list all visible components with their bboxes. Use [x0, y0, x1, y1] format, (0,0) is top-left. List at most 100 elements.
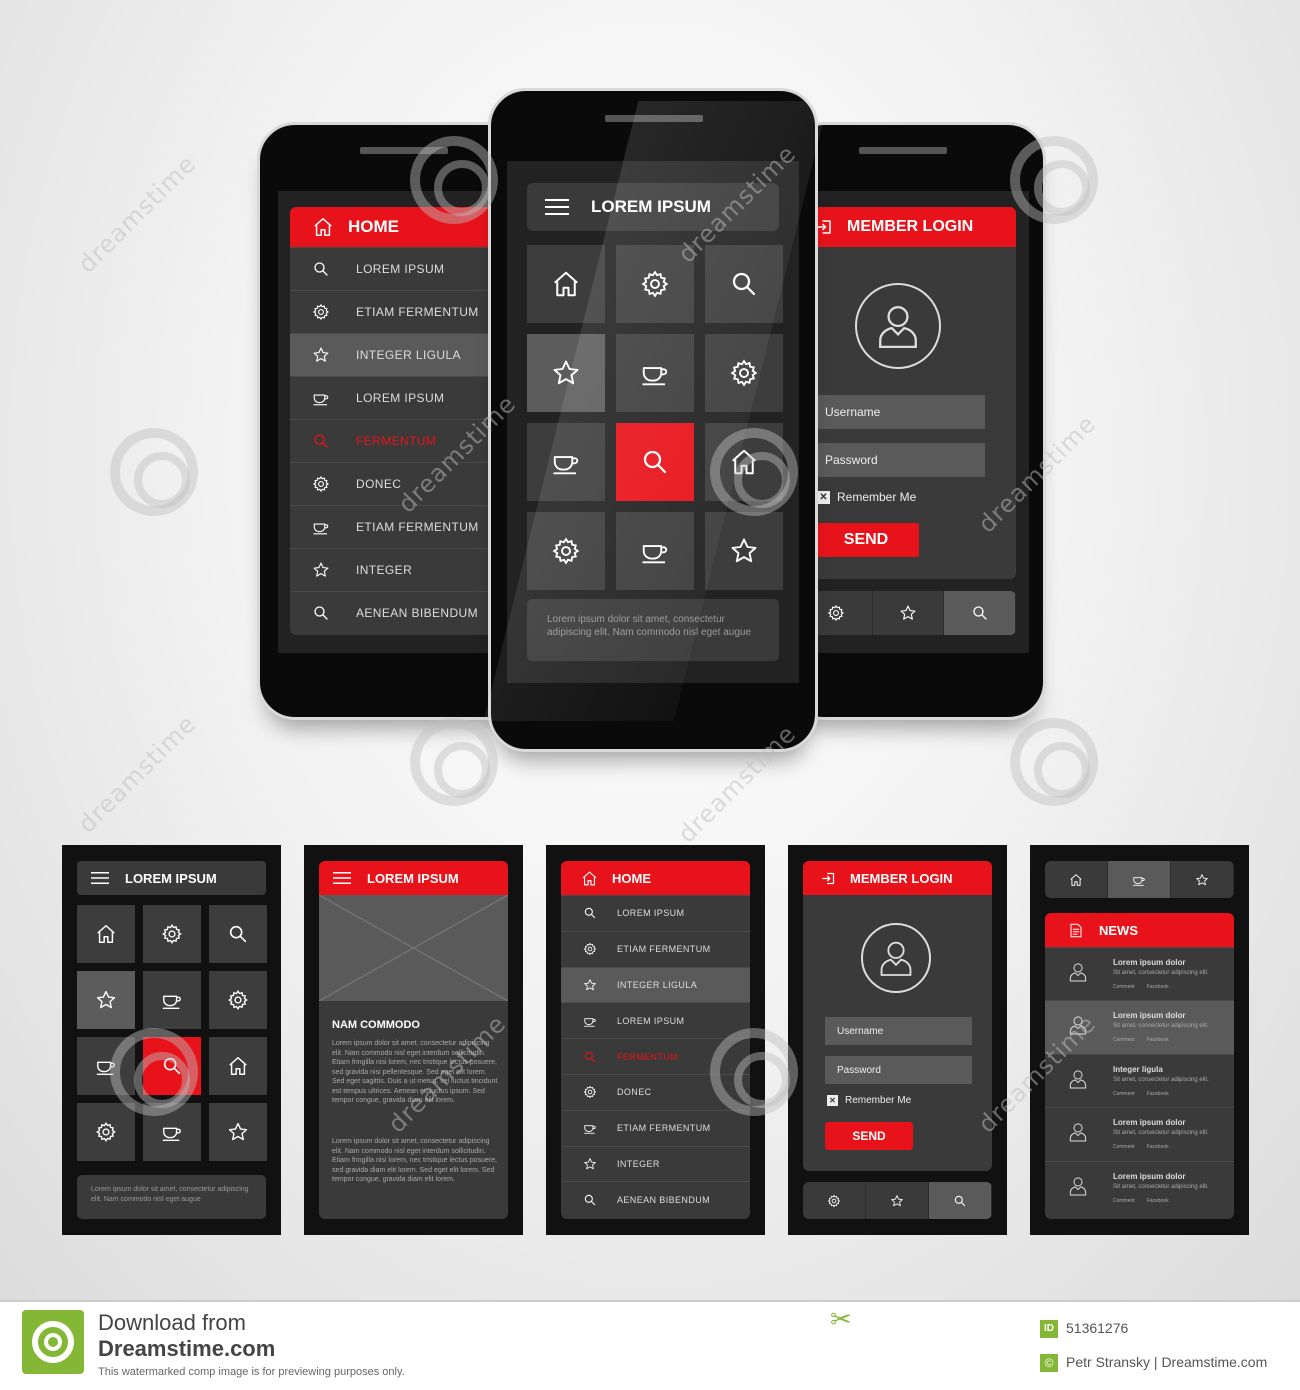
news-item-meta: Comment Facebook	[1113, 1037, 1169, 1043]
tab-favorites[interactable]	[866, 1182, 929, 1219]
comment-link[interactable]: Comment	[1113, 984, 1135, 990]
menu-item[interactable]: AENEAN BIBENDUM	[561, 1181, 750, 1217]
grid-tile-home[interactable]	[705, 423, 783, 501]
hamburger-menu-icon[interactable]	[545, 198, 569, 216]
user-icon	[1069, 1176, 1087, 1196]
grid-tile-cup[interactable]	[143, 1103, 201, 1161]
cup-icon	[640, 358, 670, 388]
comment-link[interactable]: Comment	[1113, 1144, 1135, 1150]
gear-icon	[583, 942, 597, 956]
menu-item[interactable]: INTEGER LIGULA	[561, 966, 750, 1003]
grid-tile-star[interactable]	[209, 1103, 267, 1161]
tab-favorites[interactable]	[873, 591, 945, 635]
mini-remember-checkbox[interactable]: ✕ Remember Me	[827, 1093, 911, 1107]
comment-link[interactable]: Comment	[1113, 1198, 1135, 1204]
tab-star[interactable]	[1171, 861, 1234, 898]
dreamstime-logo-icon	[22, 1310, 84, 1374]
grid-tile-star[interactable]	[527, 334, 605, 412]
download-line-1: Download from	[98, 1310, 246, 1335]
user-icon	[1069, 1069, 1087, 1089]
search-icon	[971, 604, 989, 622]
search-icon	[583, 1050, 597, 1064]
grid-tile-gear[interactable]	[77, 1103, 135, 1161]
search-icon	[161, 1055, 183, 1077]
search-icon	[640, 447, 670, 477]
search-icon	[729, 269, 759, 299]
grid-tile-star[interactable]	[705, 512, 783, 590]
gear-icon	[827, 1194, 841, 1208]
grid-tile-cup[interactable]	[527, 423, 605, 501]
tab-settings[interactable]	[803, 1182, 866, 1219]
news-item-title: Lorem ipsum dolor	[1113, 1171, 1186, 1181]
facebook-link[interactable]: Facebook	[1147, 1037, 1169, 1043]
mini-login-title: MEMBER LOGIN	[850, 870, 953, 886]
mini-password-field[interactable]: Password	[825, 1056, 972, 1084]
grid-tile-cup[interactable]	[143, 971, 201, 1029]
facebook-link[interactable]: Facebook	[1147, 1144, 1169, 1150]
grid-tile-search[interactable]	[209, 905, 267, 963]
tab-search[interactable]	[944, 591, 1016, 635]
news-item-meta: Comment Facebook	[1113, 1144, 1169, 1150]
star-icon	[583, 1157, 597, 1171]
grid-tile-search[interactable]	[705, 245, 783, 323]
username-field[interactable]: Username	[813, 395, 985, 429]
grid-tile-cup[interactable]	[616, 512, 694, 590]
menu-item-label: ETIAM FERMENTUM	[356, 520, 479, 534]
grid-tile-gear[interactable]	[616, 245, 694, 323]
comment-link[interactable]: Comment	[1113, 1037, 1135, 1043]
news-item[interactable]: Lorem ipsum dolor Sit amet, consectetur a…	[1045, 1160, 1234, 1214]
tab-cup[interactable]	[1108, 861, 1171, 898]
hamburger-menu-icon[interactable]	[91, 871, 109, 885]
news-item[interactable]: Integer ligula Sit amet, consectetur adip…	[1045, 1053, 1234, 1107]
image-id: 51361276	[1066, 1320, 1129, 1336]
facebook-link[interactable]: Facebook	[1147, 1091, 1169, 1097]
grid-tile-cup[interactable]	[616, 334, 694, 412]
star-icon	[312, 346, 330, 364]
menu-item[interactable]: LOREM IPSUM	[561, 895, 750, 931]
menu-item[interactable]: ETIAM FERMENTUM	[561, 930, 750, 967]
send-button[interactable]: SEND	[813, 523, 919, 557]
gear-icon	[551, 536, 581, 566]
grid-tile-gear[interactable]	[527, 512, 605, 590]
speaker	[360, 147, 448, 154]
mini-send-button[interactable]: SEND	[825, 1122, 913, 1150]
article-paragraph-1: Lorem ipsum dolor sit amet, consectetur …	[332, 1040, 498, 1104]
grid-tile-home[interactable]	[77, 905, 135, 963]
menu-item-label: FERMENTUM	[617, 1051, 679, 1062]
menu-item-label: INTEGER	[617, 1158, 660, 1169]
news-header: NEWS	[1045, 913, 1234, 947]
menu-item[interactable]: INTEGER	[561, 1145, 750, 1182]
grid-tile-home[interactable]	[209, 1037, 267, 1095]
facebook-link[interactable]: Facebook	[1147, 1198, 1169, 1204]
news-item[interactable]: Lorem ipsum dolor Sit amet, consectetur a…	[1045, 1107, 1234, 1160]
menu-item[interactable]: LOREM IPSUM	[561, 1002, 750, 1038]
grid-tile-gear[interactable]	[143, 905, 201, 963]
menu-item[interactable]: DONEC	[561, 1074, 750, 1110]
grid-tile-home[interactable]	[527, 245, 605, 323]
article-header: LOREM IPSUM	[319, 861, 508, 895]
tab-home[interactable]	[1045, 861, 1108, 898]
hamburger-menu-icon[interactable]	[333, 871, 351, 885]
news-item[interactable]: Lorem ipsum dolor Sit amet, consectetur a…	[1045, 947, 1234, 1000]
grid-tile-gear[interactable]	[209, 971, 267, 1029]
star-icon	[312, 561, 330, 579]
mini-login-screen: MEMBER LOGIN Username Password ✕ Remember…	[788, 845, 1007, 1235]
news-item[interactable]: Lorem ipsum dolor Sit amet, consectetur a…	[1045, 1000, 1234, 1054]
grid-tile-cup[interactable]	[77, 1037, 135, 1095]
home-icon	[227, 1055, 249, 1077]
tab-search[interactable]	[929, 1182, 992, 1219]
grid-tile-search[interactable]	[143, 1037, 201, 1095]
password-field[interactable]: Password	[813, 443, 985, 477]
mini-username-field[interactable]: Username	[825, 1017, 972, 1045]
grid-tile-search[interactable]	[616, 423, 694, 501]
grid-tile-gear[interactable]	[705, 334, 783, 412]
menu-item[interactable]: FERMENTUM	[561, 1038, 750, 1074]
remember-label: Remember Me	[837, 490, 917, 504]
remember-me-checkbox[interactable]: ✕ Remember Me	[817, 489, 916, 505]
comment-link[interactable]: Comment	[1113, 1091, 1135, 1097]
menu-item[interactable]: ETIAM FERMENTUM	[561, 1109, 750, 1146]
mini-grid-footer: Lorem ipsum dolor sit amet, consectetur …	[77, 1175, 266, 1219]
grid-tile-star[interactable]	[77, 971, 135, 1029]
login-title: MEMBER LOGIN	[847, 218, 974, 235]
facebook-link[interactable]: Facebook	[1147, 984, 1169, 990]
